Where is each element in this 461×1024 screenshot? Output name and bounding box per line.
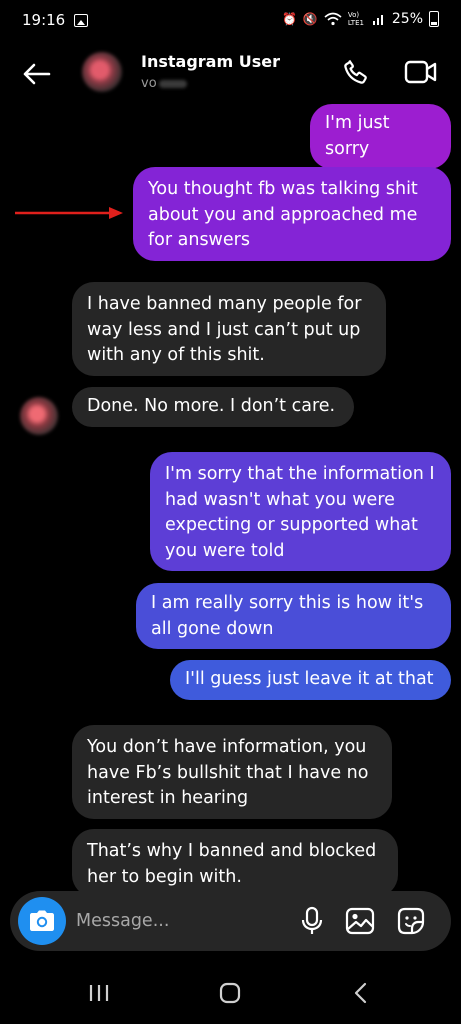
wifi-icon bbox=[324, 12, 342, 26]
voice-message-button[interactable] bbox=[296, 905, 328, 937]
message-composer bbox=[10, 891, 451, 951]
chevron-left-icon bbox=[354, 982, 367, 1004]
status-icons: ⏰ 🔇 Vo) LTE1 25% bbox=[282, 11, 439, 27]
arrow-left-icon bbox=[23, 63, 51, 85]
home-icon bbox=[219, 982, 241, 1004]
received-message[interactable]: I have banned many people for way less a… bbox=[72, 282, 386, 376]
image-icon bbox=[345, 907, 375, 935]
recent-apps-icon bbox=[89, 985, 109, 1001]
call-button[interactable] bbox=[336, 52, 376, 92]
sticker-icon bbox=[397, 907, 425, 935]
sent-message[interactable]: I'll guess just leave it at that bbox=[170, 660, 451, 700]
phone-icon bbox=[344, 59, 367, 84]
video-call-button[interactable] bbox=[400, 52, 442, 92]
gallery-button[interactable] bbox=[344, 905, 376, 937]
system-nav-bar bbox=[0, 960, 461, 1024]
home-button[interactable] bbox=[214, 978, 246, 1008]
chat-header: Instagram User vo bbox=[0, 44, 461, 106]
gallery-notification-icon bbox=[74, 14, 88, 27]
battery-icon bbox=[429, 11, 439, 27]
back-button[interactable] bbox=[16, 54, 56, 94]
camera-button[interactable] bbox=[18, 897, 66, 945]
status-time: 19:16 bbox=[22, 11, 66, 29]
network-type: Vo) LTE1 bbox=[347, 11, 364, 27]
annotation-arrow bbox=[15, 207, 123, 219]
contact-username: vo bbox=[141, 76, 187, 91]
sent-message[interactable]: I'm sorry that the information I had was… bbox=[150, 452, 451, 571]
redacted-username bbox=[158, 79, 187, 88]
system-back-button[interactable] bbox=[345, 978, 375, 1008]
microphone-icon bbox=[301, 906, 323, 934]
message-input[interactable] bbox=[76, 907, 276, 935]
sent-message[interactable]: I am really sorry this is how it's all g… bbox=[136, 583, 451, 649]
status-bar: 19:16 ⏰ 🔇 Vo) LTE1 25% bbox=[0, 0, 461, 44]
video-camera-icon bbox=[404, 60, 437, 84]
received-message[interactable]: You don’t have information, you have Fb’… bbox=[72, 725, 392, 819]
contact-name[interactable]: Instagram User bbox=[141, 52, 280, 71]
sent-message[interactable]: You thought fb was talking shit about yo… bbox=[133, 167, 451, 261]
sticker-button[interactable] bbox=[395, 905, 427, 937]
contact-avatar[interactable] bbox=[82, 52, 122, 92]
battery-percent: 25% bbox=[391, 11, 423, 27]
received-message[interactable]: Done. No more. I don’t care. bbox=[72, 387, 354, 427]
recent-apps-button[interactable] bbox=[84, 980, 114, 1006]
sent-message[interactable]: I'm just sorry bbox=[310, 104, 451, 169]
signal-icon bbox=[372, 15, 383, 25]
received-message[interactable]: That’s why I banned and blocked her to b… bbox=[72, 829, 398, 897]
alarm-icon: ⏰ bbox=[281, 12, 297, 26]
camera-icon bbox=[30, 910, 54, 931]
mute-icon: 🔇 bbox=[302, 12, 318, 26]
sender-avatar[interactable] bbox=[20, 397, 58, 435]
contact-username-text: vo bbox=[141, 76, 157, 91]
